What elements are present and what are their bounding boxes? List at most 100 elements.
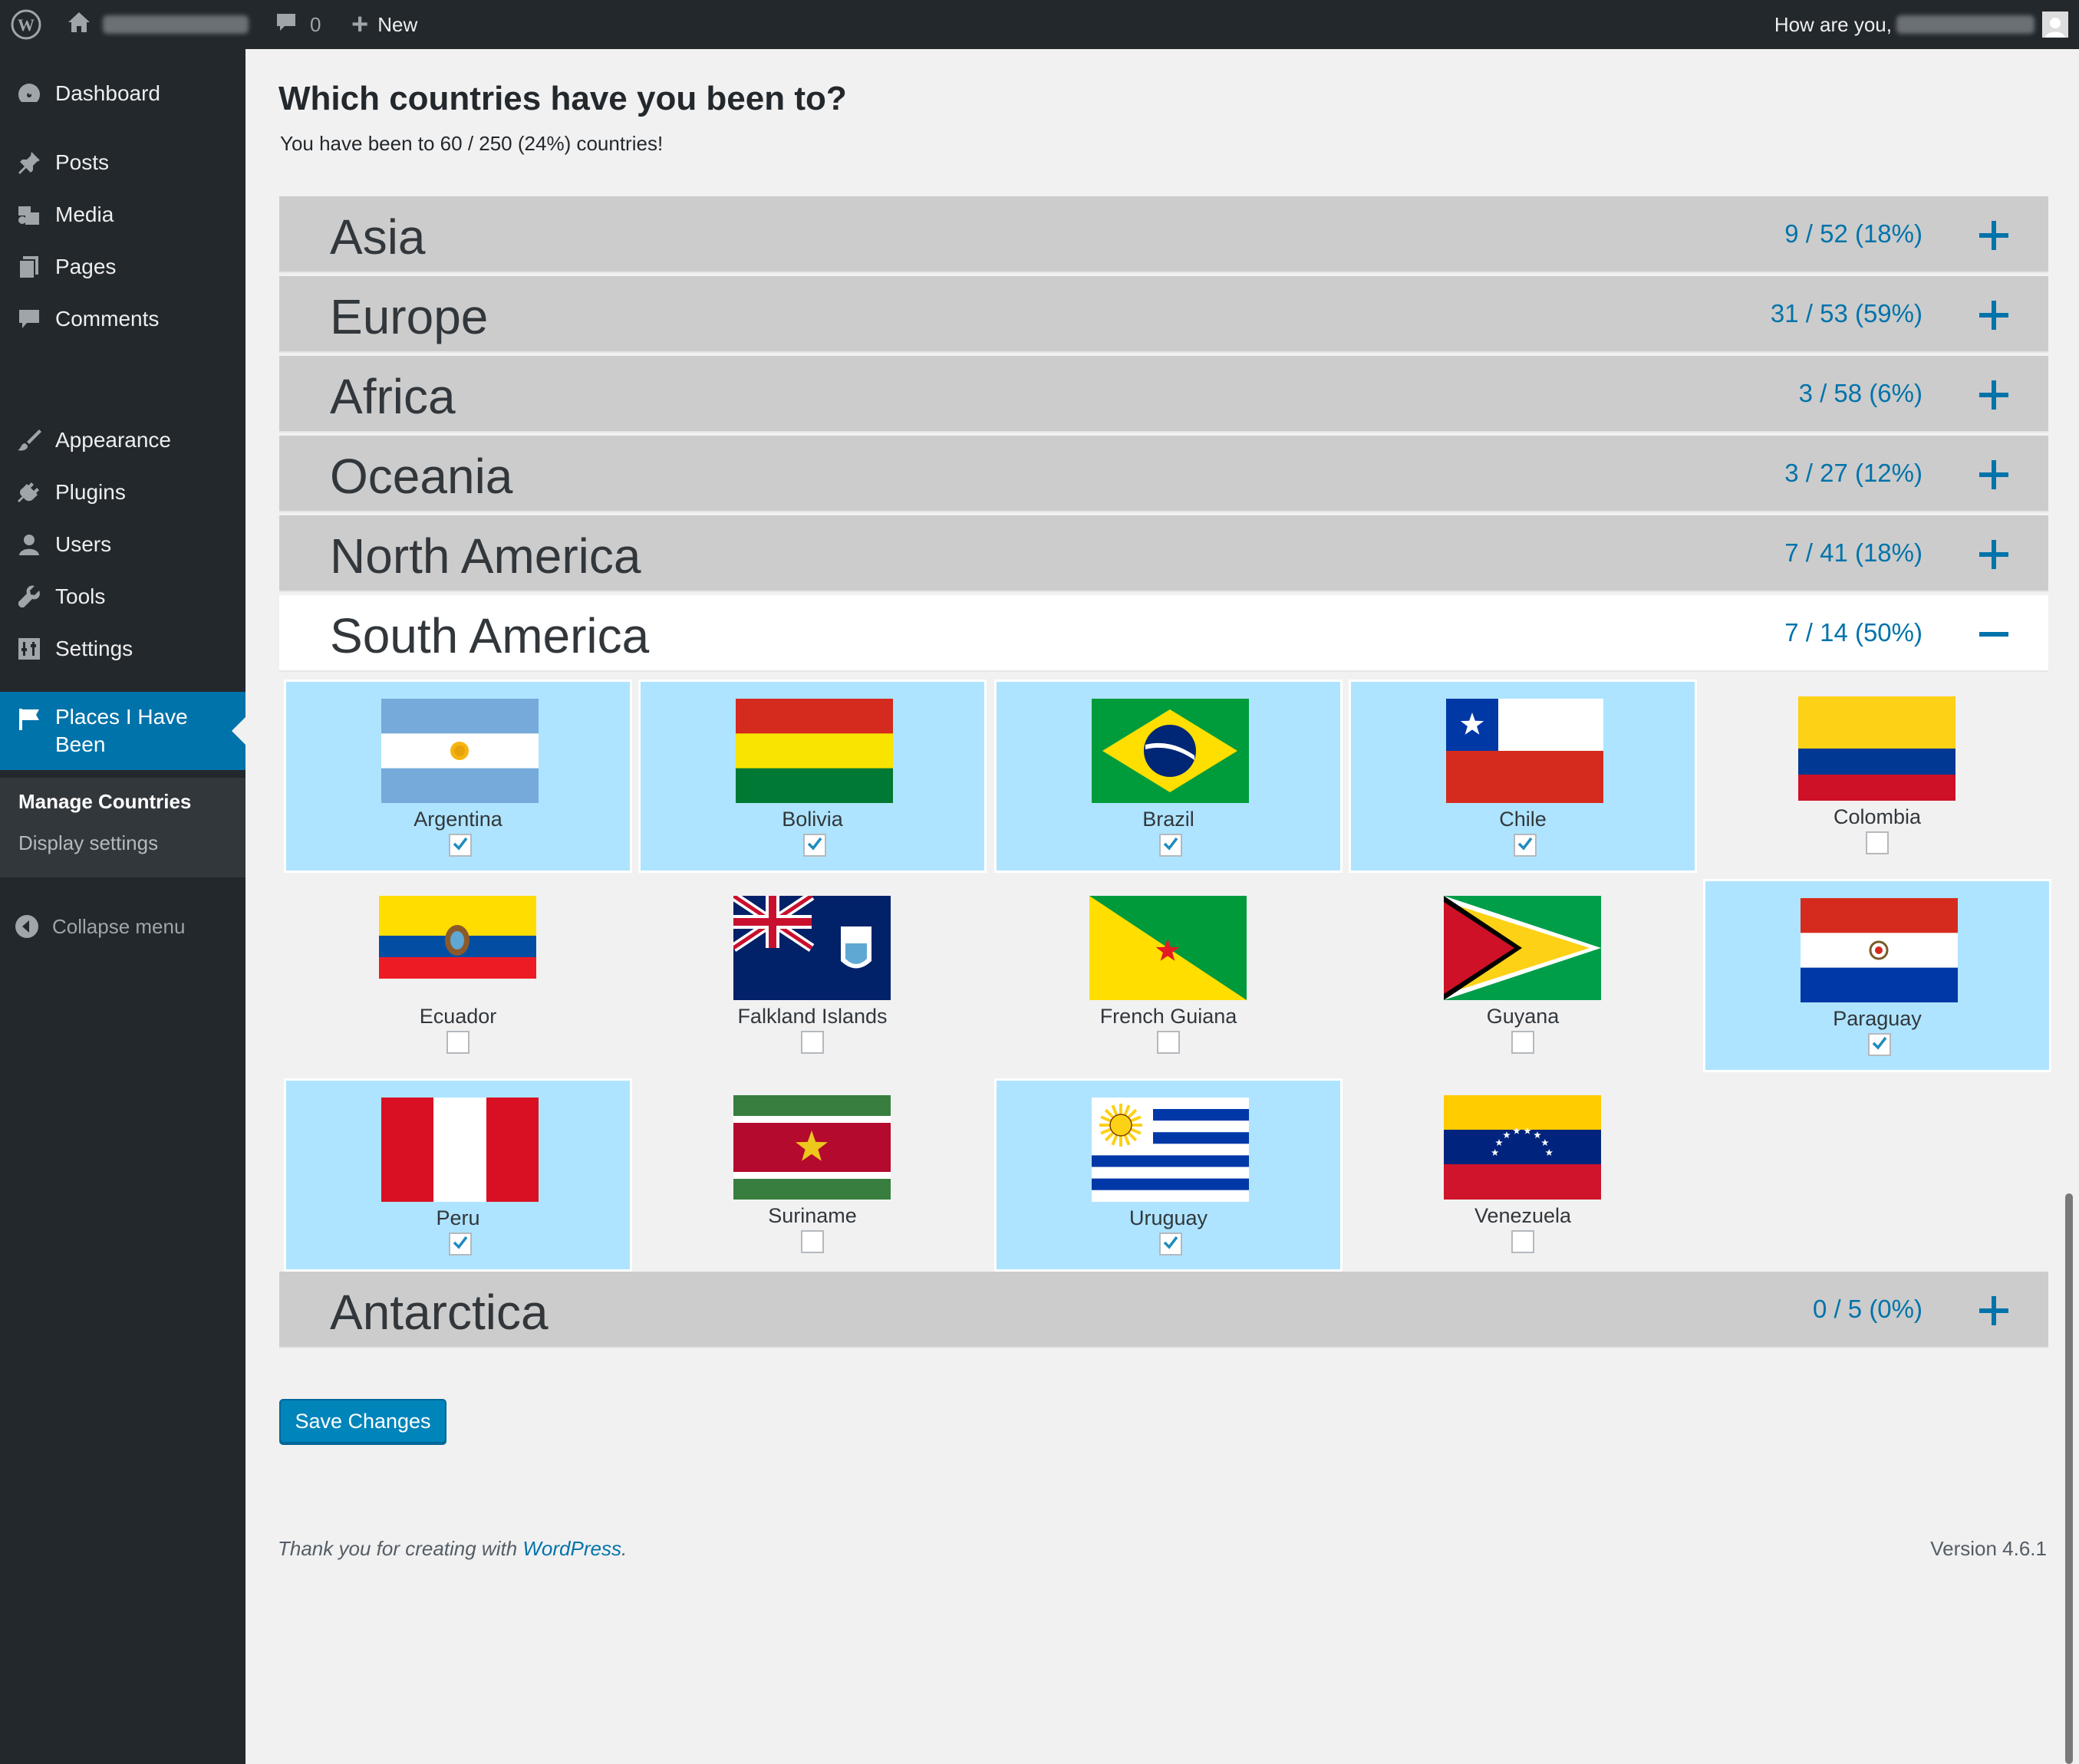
country-name: French Guiana: [1099, 1005, 1237, 1028]
continent-name: North America: [330, 528, 641, 584]
scrollbar[interactable]: [2065, 1193, 2073, 1764]
continent-row-oceania[interactable]: Oceania 3 / 27 (12%): [279, 436, 2048, 512]
visited-checkbox[interactable]: [449, 834, 472, 857]
svg-text:W: W: [18, 15, 35, 35]
visited-checkbox[interactable]: [801, 1230, 824, 1253]
wordpress-logo-icon[interactable]: W: [11, 0, 41, 49]
country-tile-falkland-islands[interactable]: Falkland Islands: [638, 879, 987, 1072]
sidebar-item-appearance[interactable]: Appearance: [0, 414, 245, 466]
expand-plus-icon[interactable]: [1975, 296, 2013, 334]
visited-checkbox[interactable]: [1511, 1031, 1534, 1054]
collapse-icon: [14, 913, 40, 940]
country-tile-french-guiana[interactable]: French Guiana: [994, 879, 1343, 1072]
save-changes-button[interactable]: Save Changes: [279, 1399, 446, 1443]
country-tile-guyana[interactable]: Guyana: [1349, 879, 1697, 1072]
flag-icon: [15, 706, 43, 733]
dashboard-icon: [15, 80, 43, 107]
expand-plus-icon[interactable]: [1975, 376, 2013, 414]
sidebar-item-posts[interactable]: Posts: [0, 137, 245, 189]
continent-count: 31 / 53 (59%): [1770, 299, 1922, 327]
expand-plus-icon[interactable]: [1975, 216, 2013, 255]
continent-row-africa[interactable]: Africa 3 / 58 (6%): [279, 356, 2048, 433]
sidebar-item-label: Plugins: [55, 480, 126, 504]
collapse-menu-button[interactable]: Collapse menu: [0, 903, 245, 949]
country-tile-paraguay[interactable]: Paraguay: [1703, 879, 2051, 1072]
visited-checkbox[interactable]: [801, 1031, 824, 1054]
sidebar-item-media[interactable]: Media: [0, 189, 245, 241]
visited-checkbox[interactable]: [1159, 834, 1182, 857]
visited-checkbox[interactable]: [1511, 1230, 1534, 1253]
submenu-item-display-settings[interactable]: Display settings: [18, 831, 158, 855]
expand-plus-icon[interactable]: [1975, 456, 2013, 494]
visited-checkbox[interactable]: [449, 1232, 472, 1256]
country-tile-peru[interactable]: Peru: [284, 1078, 632, 1272]
continent-row-asia[interactable]: Asia 9 / 52 (18%): [279, 196, 2048, 273]
sidebar-item-tools[interactable]: Tools: [0, 571, 245, 623]
footer-version: Version 4.6.1: [1930, 1537, 2047, 1560]
country-tile-suriname[interactable]: Suriname: [638, 1078, 987, 1272]
visited-checkbox[interactable]: [1868, 1033, 1891, 1056]
sidebar-item-settings[interactable]: Settings: [0, 623, 245, 675]
sidebar-item-label: Pages: [55, 255, 117, 278]
country-tile-ecuador[interactable]: Ecuador: [284, 879, 632, 1072]
expand-plus-icon[interactable]: [1975, 535, 2013, 574]
continent-count: 9 / 52 (18%): [1784, 219, 1922, 248]
continent-row-europe[interactable]: Europe 31 / 53 (59%): [279, 276, 2048, 353]
settings-icon: [15, 635, 43, 663]
sidebar-submenu: Manage Countries Display settings: [0, 778, 245, 877]
sidebar-item-label: Settings: [55, 637, 133, 660]
checkmark-icon: [1515, 834, 1535, 857]
country-name: Venezuela: [1474, 1204, 1572, 1227]
continent-row-north-america[interactable]: North America 7 / 41 (18%): [279, 515, 2048, 592]
my-account-link[interactable]: How are you,: [1774, 0, 2068, 49]
footer-thanks-text: Thank you for creating with: [278, 1537, 518, 1560]
continent-name: South America: [330, 608, 650, 663]
continent-name: Asia: [330, 209, 426, 265]
country-tile-uruguay[interactable]: Uruguay: [994, 1078, 1343, 1272]
submenu-item-manage-countries[interactable]: Manage Countries: [18, 790, 191, 814]
brazil-flag-icon: [1092, 699, 1249, 803]
visited-checkbox[interactable]: [803, 834, 826, 857]
country-tile-brazil[interactable]: Brazil: [994, 680, 1343, 873]
visited-checkbox[interactable]: [1157, 1031, 1180, 1054]
sidebar-item-pages[interactable]: Pages: [0, 241, 245, 293]
sidebar-item-places-i-have-been[interactable]: Places I Have Been: [0, 692, 245, 770]
visited-checkbox[interactable]: [1514, 834, 1537, 857]
checkmark-icon: [1161, 834, 1181, 857]
comments-link[interactable]: 0: [275, 0, 321, 49]
visited-checkbox[interactable]: [446, 1031, 470, 1054]
collapse-minus-icon[interactable]: [1975, 615, 2013, 653]
continent-count: 0 / 5 (0%): [1812, 1295, 1922, 1323]
country-name: Bolivia: [782, 808, 843, 831]
continent-row-antarctica[interactable]: Antarctica 0 / 5 (0%): [279, 1272, 2048, 1348]
sidebar-item-plugins[interactable]: Plugins: [0, 466, 245, 518]
sidebar-item-label: Media: [55, 202, 114, 226]
continent-row-south-america[interactable]: South America 7 / 14 (50%): [279, 595, 2048, 672]
sidebar-item-comments[interactable]: Comments: [0, 293, 245, 345]
country-name: Falkland Islands: [737, 1005, 888, 1028]
country-tile-chile[interactable]: Chile: [1349, 680, 1697, 873]
sidebar-item-label: Appearance: [55, 428, 172, 452]
chile-flag-icon: [1446, 699, 1603, 803]
new-content-link[interactable]: + New: [351, 0, 417, 49]
country-name: Suriname: [768, 1204, 857, 1227]
current-menu-arrow: [232, 717, 245, 745]
country-tile-colombia[interactable]: Colombia: [1703, 680, 2051, 873]
country-tile-bolivia[interactable]: Bolivia: [638, 680, 987, 873]
paraguay-flag-icon: [1801, 898, 1958, 1002]
sidebar-item-users[interactable]: Users: [0, 518, 245, 571]
uruguay-flag-icon: [1092, 1098, 1249, 1202]
sidebar-item-label: Users: [55, 532, 112, 556]
visited-checkbox[interactable]: [1159, 1232, 1182, 1256]
continent-name: Africa: [330, 369, 456, 424]
visited-checkbox[interactable]: [1866, 831, 1889, 854]
site-home-link[interactable]: [66, 0, 249, 49]
sidebar-item-label-line1: Places I Have: [55, 705, 188, 729]
sidebar-item-label-line2: Been: [55, 732, 106, 756]
checkmark-icon: [805, 834, 825, 857]
sidebar-item-dashboard[interactable]: Dashboard: [0, 67, 245, 120]
country-tile-argentina[interactable]: Argentina: [284, 680, 632, 873]
expand-plus-icon[interactable]: [1975, 1292, 2013, 1330]
country-tile-venezuela[interactable]: Venezuela: [1349, 1078, 1697, 1272]
wordpress-link[interactable]: WordPress: [522, 1537, 621, 1560]
